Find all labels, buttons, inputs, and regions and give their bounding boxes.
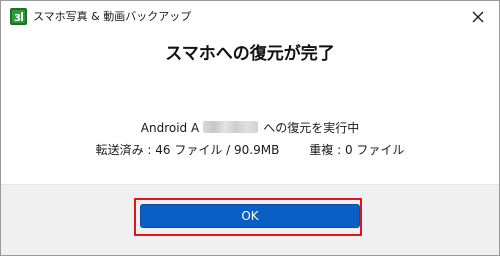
transferred-count: 転送済み : 46 ファイル / 90.9MB: [95, 143, 280, 157]
app-logo-icon: 3: [10, 8, 27, 25]
ok-highlight-frame: OK: [134, 198, 362, 236]
window-title: スマホ写真 & 動画バックアップ: [33, 10, 192, 23]
counts-line: 転送済み : 46 ファイル / 90.9MB 重複 : 0 ファイル: [1, 142, 499, 158]
title-bar: 3 スマホ写真 & 動画バックアップ: [1, 1, 499, 33]
duplicate-count: 重複 : 0 ファイル: [309, 143, 405, 157]
close-icon: [472, 11, 484, 23]
status-line: Android A への復元を実行中: [1, 120, 499, 136]
dialog-footer: OK: [1, 184, 499, 255]
dialog-heading: スマホへの復元が完了: [165, 44, 335, 64]
status-suffix: への復元を実行中: [263, 121, 360, 135]
device-name-prefix: Android A: [140, 121, 200, 135]
ok-button[interactable]: OK: [140, 204, 360, 228]
close-button[interactable]: [465, 5, 491, 29]
redacted-device-name: [203, 121, 259, 133]
svg-text:3: 3: [14, 13, 21, 24]
dialog-window: 3 スマホ写真 & 動画バックアップ スマホへの復元が完了 Android A へ…: [0, 0, 500, 256]
